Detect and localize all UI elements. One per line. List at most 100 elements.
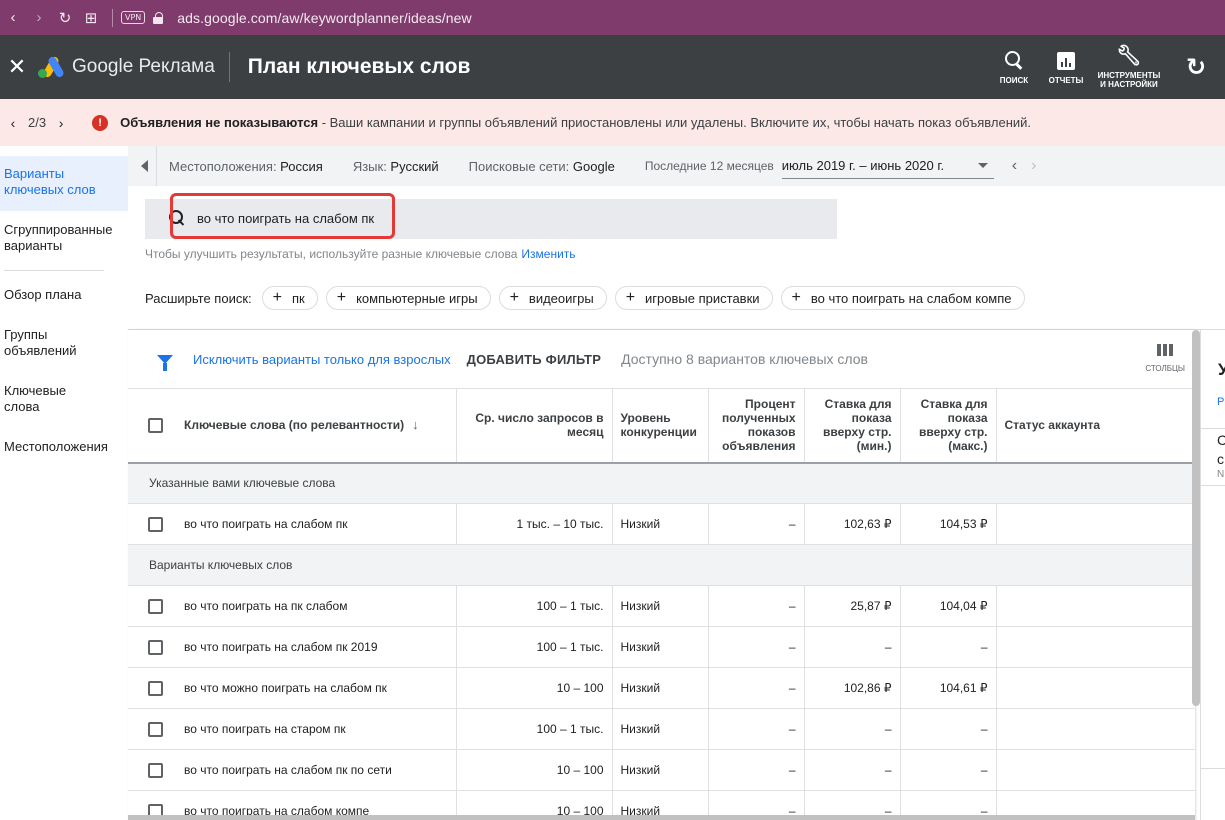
language-value: Русский: [386, 158, 439, 174]
networks-filter[interactable]: Поисковые сети: Google: [469, 159, 615, 174]
apps-grid-icon[interactable]: ⊞: [78, 5, 104, 31]
nav-item-keyword-ideas[interactable]: Варианты ключевых слов: [0, 156, 128, 211]
table-row[interactable]: во что поиграть на слабом пк по сети 10 –…: [128, 749, 1195, 791]
columns-button[interactable]: СТОЛБЦЫ: [1145, 344, 1185, 373]
reports-button[interactable]: ОТЧЕТЫ: [1041, 35, 1091, 99]
ads-header: ✕ Google Реклама План ключевых слов ПОИС…: [0, 35, 1225, 99]
row-checkbox[interactable]: [148, 639, 163, 655]
vpn-badge[interactable]: VPN: [121, 11, 146, 24]
search-icon: [1003, 50, 1025, 72]
chip-label: видеоигры: [528, 290, 594, 306]
competition-cell: Низкий: [612, 708, 709, 750]
chevron-left-icon[interactable]: ‹: [4, 115, 22, 131]
alert-banner: ‹ 2/3 › ! Объявления не показываются - В…: [0, 99, 1225, 146]
forecast-side-panel: У Р С с N: [1200, 330, 1225, 820]
table-toolbar: Исключить варианты только для взрослых Д…: [128, 330, 1195, 388]
plus-icon: +: [336, 289, 347, 306]
refresh-button[interactable]: ↻: [1167, 35, 1225, 99]
header-competition[interactable]: Уровень конкуренции: [612, 388, 709, 464]
reload-icon[interactable]: ↻: [52, 5, 78, 31]
table-row[interactable]: во что поиграть на слабом пк 1 тыс. – 10 …: [128, 503, 1195, 545]
impr-share-cell: –: [708, 749, 805, 791]
alert-page-count: 2/3: [28, 115, 47, 130]
targeting-filter-bar: Местоположения: Россия Язык: Русский Пои…: [128, 146, 1225, 186]
table-row[interactable]: во что поиграть на старом пк 100 – 1 тыс.…: [128, 708, 1195, 750]
period-label: Последние 12 месяцев: [644, 159, 774, 173]
chevron-right-icon[interactable]: ›: [52, 115, 70, 131]
tools-settings-button[interactable]: 🔧︎ ИНСТРУМЕНТЫ И НАСТРОЙКИ: [1091, 35, 1167, 99]
suggestion-chip[interactable]: + пк: [261, 286, 318, 310]
search-button[interactable]: ПОИСК: [989, 35, 1039, 99]
nav-item-keywords[interactable]: Ключевые слова: [0, 383, 128, 415]
nav-item-locations[interactable]: Местоположения: [0, 439, 128, 455]
header-bid-high[interactable]: Ставка для показа вверху стр. (макс.): [900, 388, 997, 464]
lock-icon[interactable]: [153, 11, 164, 24]
expand-search: Расширьте поиск: + пк + компьютерные игры …: [145, 286, 1033, 310]
keyword-table-panel: Исключить варианты только для взрослых Д…: [128, 330, 1195, 820]
chevron-left-icon[interactable]: ‹: [1012, 157, 1017, 175]
filter-divider: [156, 146, 157, 186]
panel-title: У: [1218, 360, 1225, 380]
bid-low-cell: –: [804, 626, 901, 668]
bid-high-cell: 104,04 ₽: [900, 585, 997, 627]
date-range-select[interactable]: июль 2019 г. – июнь 2020 г.: [781, 153, 994, 179]
select-all-checkbox[interactable]: [148, 417, 163, 433]
alert-pager: ‹ 2/3 ›: [4, 115, 70, 131]
header-keyword[interactable]: Ключевые слова (по релевантности) ↓: [176, 388, 457, 464]
suggestion-chip[interactable]: + компьютерные игры: [325, 286, 491, 310]
chip-label: пк: [291, 290, 305, 306]
networks-value: Google: [569, 158, 615, 174]
searches-cell: 10 – 100: [456, 667, 613, 709]
exclude-adult-link[interactable]: Исключить варианты только для взрослых: [193, 352, 451, 367]
suggestion-chip[interactable]: + видеоигры: [498, 286, 607, 310]
panel-link[interactable]: Р: [1217, 396, 1224, 408]
address-bar[interactable]: ads.google.com/aw/keywordplanner/ideas/n…: [177, 10, 471, 26]
close-icon[interactable]: ✕: [4, 54, 30, 80]
table-row[interactable]: во что поиграть на слабом пк 2019 100 – 1…: [128, 626, 1195, 668]
hint-text: Чтобы улучшить результаты, используйте р…: [145, 247, 518, 261]
bid-low-cell: –: [804, 708, 901, 750]
add-filter-button[interactable]: ДОБАВИТЬ ФИЛЬТР: [467, 352, 601, 367]
location-filter[interactable]: Местоположения: Россия: [169, 159, 323, 174]
language-filter[interactable]: Язык: Русский: [353, 159, 439, 174]
bid-high-cell: 104,53 ₽: [900, 503, 997, 545]
header-divider: [228, 52, 230, 82]
header-impr-share[interactable]: Процент полученных показов объявления: [708, 388, 805, 464]
nav-item-plan-overview[interactable]: Обзор плана: [0, 287, 128, 303]
searches-cell: 100 – 1 тыс.: [456, 585, 613, 627]
collapse-left-icon[interactable]: [141, 160, 148, 172]
table-row[interactable]: во что можно поиграть на слабом пк 10 – 1…: [128, 667, 1195, 709]
horizontal-scrollbar[interactable]: [128, 815, 1195, 820]
nav-item-grouped-ideas[interactable]: Сгруппированные варианты: [0, 222, 128, 254]
chevron-right-icon[interactable]: ›: [1031, 157, 1036, 175]
header-status[interactable]: Статус аккаунта: [996, 388, 1195, 464]
chip-label: во что поиграть на слабом компе: [810, 290, 1012, 306]
status-cell: [996, 503, 1195, 545]
section-header-row: Варианты ключевых слов: [128, 544, 1195, 586]
nav-label: варианты: [4, 238, 63, 253]
forward-icon[interactable]: ›: [26, 5, 52, 31]
row-checkbox[interactable]: [148, 598, 163, 614]
row-checkbox[interactable]: [148, 721, 163, 737]
date-range-value: июль 2019 г. – июнь 2020 г.: [781, 157, 945, 173]
impr-share-cell: –: [708, 708, 805, 750]
suggestion-chip[interactable]: + игровые приставки: [614, 286, 773, 310]
panel-text: С: [1217, 432, 1225, 448]
edit-link[interactable]: Изменить: [521, 247, 575, 261]
nav-item-ad-groups[interactable]: Группы объявлений: [0, 327, 128, 359]
table-row[interactable]: во что поиграть на пк слабом 100 – 1 тыс.…: [128, 585, 1195, 627]
filter-icon[interactable]: [157, 354, 173, 371]
row-checkbox[interactable]: [148, 516, 163, 532]
back-icon[interactable]: ‹: [0, 5, 26, 31]
suggestion-chip[interactable]: + во что поиграть на слабом компе: [780, 286, 1025, 310]
header-bid-low[interactable]: Ставка для показа вверху стр. (мин.): [804, 388, 901, 464]
toolbar-divider: [112, 8, 113, 27]
keyword-cell: во что поиграть на слабом пк: [176, 503, 457, 545]
vertical-scrollbar[interactable]: [1192, 330, 1200, 706]
panel-divider: [1200, 768, 1225, 769]
row-checkbox[interactable]: [148, 680, 163, 696]
header-searches[interactable]: Ср. число запросов в месяц: [456, 388, 613, 464]
competition-cell: Низкий: [612, 626, 709, 668]
columns-label: СТОЛБЦЫ: [1145, 364, 1185, 373]
row-checkbox[interactable]: [148, 762, 163, 778]
